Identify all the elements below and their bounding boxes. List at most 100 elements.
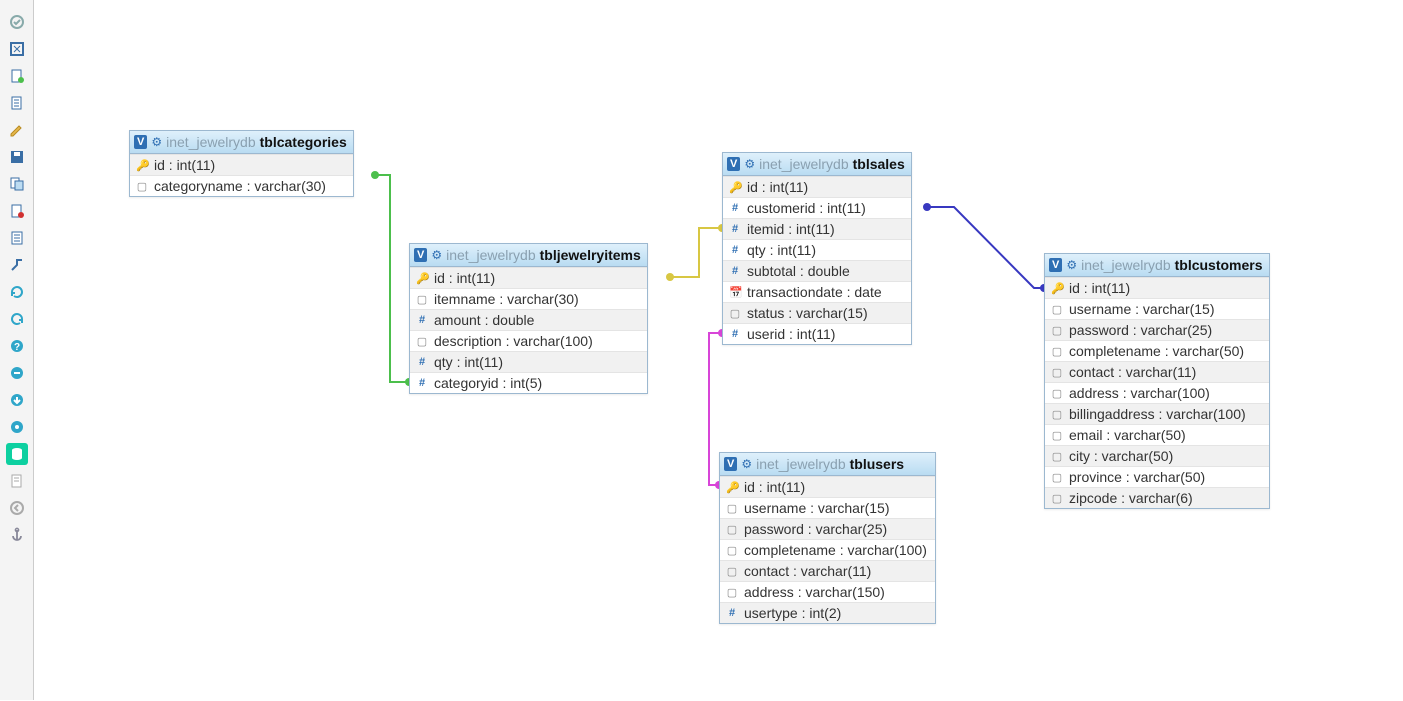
tool-export[interactable] bbox=[6, 470, 28, 492]
tool-fullscreen[interactable] bbox=[6, 38, 28, 60]
column-id[interactable]: 🔑id : int(11) bbox=[1045, 277, 1269, 298]
column-billingaddress[interactable]: ▢billingaddress : varchar(100) bbox=[1045, 403, 1269, 424]
column-qty[interactable]: #qty : int(11) bbox=[410, 351, 647, 372]
column-categoryid[interactable]: #categoryid : int(5) bbox=[410, 372, 647, 393]
table-name: tblsales bbox=[853, 156, 905, 172]
tool-new-page[interactable] bbox=[6, 65, 28, 87]
column-text: customerid : int(11) bbox=[747, 200, 866, 216]
txt-icon: ▢ bbox=[726, 544, 738, 557]
table-tblusers[interactable]: V⚙inet_jewelrydb tblusers🔑id : int(11)▢u… bbox=[719, 452, 936, 624]
column-customerid[interactable]: #customerid : int(11) bbox=[723, 197, 911, 218]
svg-text:?: ? bbox=[13, 342, 19, 353]
table-name: tblcategories bbox=[260, 134, 347, 150]
table-tbljewelryitems[interactable]: V⚙inet_jewelrydb tbljewelryitems🔑id : in… bbox=[409, 243, 648, 394]
tool-help[interactable]: ? bbox=[6, 335, 28, 357]
tool-minimize[interactable] bbox=[6, 362, 28, 384]
gear-icon[interactable]: ⚙ bbox=[431, 248, 442, 262]
column-city[interactable]: ▢city : varchar(50) bbox=[1045, 445, 1269, 466]
column-zipcode[interactable]: ▢zipcode : varchar(6) bbox=[1045, 487, 1269, 508]
key-icon: 🔑 bbox=[136, 159, 148, 172]
column-province[interactable]: ▢ province : varchar(50) bbox=[1045, 466, 1269, 487]
link-sales-to-customers bbox=[927, 207, 1044, 288]
column-text: status : varchar(15) bbox=[747, 305, 868, 321]
tool-database[interactable] bbox=[6, 443, 28, 465]
column-completename[interactable]: ▢ completename : varchar(50) bbox=[1045, 340, 1269, 361]
column-id[interactable]: 🔑id : int(11) bbox=[720, 476, 935, 497]
tool-save[interactable] bbox=[6, 146, 28, 168]
column-itemid[interactable]: #itemid : int(11) bbox=[723, 218, 911, 239]
schema-label: inet_jewelrydb bbox=[1081, 257, 1171, 273]
view-badge: V bbox=[414, 248, 427, 262]
column-contact[interactable]: ▢contact : varchar(11) bbox=[1045, 361, 1269, 382]
column-status[interactable]: ▢ status : varchar(15) bbox=[723, 302, 911, 323]
column-username[interactable]: ▢username : varchar(15) bbox=[1045, 298, 1269, 319]
tool-reverse[interactable] bbox=[6, 308, 28, 330]
gear-icon[interactable]: ⚙ bbox=[1066, 258, 1077, 272]
column-categoryname[interactable]: ▢categoryname : varchar(30) bbox=[130, 175, 353, 196]
column-description[interactable]: ▢description : varchar(100) bbox=[410, 330, 647, 351]
column-id[interactable]: 🔑id : int(11) bbox=[410, 267, 647, 288]
table-tblcategories[interactable]: V⚙inet_jewelrydb tblcategories🔑id : int(… bbox=[129, 130, 354, 197]
tool-delete-doc[interactable] bbox=[6, 200, 28, 222]
schema-label: inet_jewelrydb bbox=[446, 247, 536, 263]
column-id[interactable]: 🔑id : int(11) bbox=[130, 154, 353, 175]
column-text: province : varchar(50) bbox=[1069, 469, 1205, 485]
table-header-tblcustomers[interactable]: V⚙inet_jewelrydb tblcustomers bbox=[1045, 254, 1269, 277]
key-icon: 🔑 bbox=[726, 481, 738, 494]
column-password[interactable]: ▢password : varchar(25) bbox=[720, 518, 935, 539]
num-icon: # bbox=[416, 356, 428, 368]
tool-anchor[interactable] bbox=[6, 524, 28, 546]
column-address[interactable]: ▢address : varchar(150) bbox=[720, 581, 935, 602]
column-userid[interactable]: #userid : int(11) bbox=[723, 323, 911, 344]
column-transactiondate[interactable]: 📅transactiondate : date bbox=[723, 281, 911, 302]
num-icon: # bbox=[729, 328, 741, 340]
num-icon: # bbox=[729, 244, 741, 256]
column-text: id : int(11) bbox=[434, 270, 495, 286]
column-amount[interactable]: #amount : double bbox=[410, 309, 647, 330]
tool-doc-list[interactable] bbox=[6, 227, 28, 249]
table-header-tbljewelryitems[interactable]: V⚙inet_jewelrydb tbljewelryitems bbox=[410, 244, 647, 267]
column-text: city : varchar(50) bbox=[1069, 448, 1173, 464]
tool-edit[interactable] bbox=[6, 119, 28, 141]
column-address[interactable]: ▢address : varchar(100) bbox=[1045, 382, 1269, 403]
tool-arrow-down[interactable] bbox=[6, 389, 28, 411]
gear-icon[interactable]: ⚙ bbox=[744, 157, 755, 171]
column-username[interactable]: ▢username : varchar(15) bbox=[720, 497, 935, 518]
tool-settings[interactable] bbox=[6, 416, 28, 438]
link-cat-to-items bbox=[375, 175, 409, 382]
column-text: contact : varchar(11) bbox=[744, 563, 871, 579]
txt-icon: ▢ bbox=[729, 307, 741, 320]
column-text: contact : varchar(11) bbox=[1069, 364, 1196, 380]
tool-toggle[interactable] bbox=[6, 11, 28, 33]
table-tblcustomers[interactable]: V⚙inet_jewelrydb tblcustomers🔑id : int(1… bbox=[1044, 253, 1270, 509]
view-badge: V bbox=[727, 157, 740, 171]
txt-icon: ▢ bbox=[1051, 345, 1063, 358]
column-itemname[interactable]: ▢itemname : varchar(30) bbox=[410, 288, 647, 309]
column-text: id : int(11) bbox=[1069, 280, 1130, 296]
column-usertype[interactable]: #usertype : int(2) bbox=[720, 602, 935, 623]
table-header-tblcategories[interactable]: V⚙inet_jewelrydb tblcategories bbox=[130, 131, 353, 154]
column-password[interactable]: ▢password : varchar(25) bbox=[1045, 319, 1269, 340]
txt-icon: ▢ bbox=[1051, 471, 1063, 484]
column-email[interactable]: ▢email : varchar(50) bbox=[1045, 424, 1269, 445]
tool-previous[interactable] bbox=[6, 497, 28, 519]
column-completename[interactable]: ▢completename : varchar(100) bbox=[720, 539, 935, 560]
gear-icon[interactable]: ⚙ bbox=[151, 135, 162, 149]
column-text: id : int(11) bbox=[747, 179, 808, 195]
column-qty[interactable]: #qty : int(11) bbox=[723, 239, 911, 260]
column-contact[interactable]: ▢contact : varchar(11) bbox=[720, 560, 935, 581]
designer-toolbar: ? bbox=[0, 0, 34, 700]
table-header-tblusers[interactable]: V⚙inet_jewelrydb tblusers bbox=[720, 453, 935, 476]
tool-refresh[interactable] bbox=[6, 281, 28, 303]
tool-connector[interactable] bbox=[6, 254, 28, 276]
column-id[interactable]: 🔑id : int(11) bbox=[723, 176, 911, 197]
designer-canvas[interactable]: V⚙inet_jewelrydb tblcategories🔑id : int(… bbox=[34, 0, 1403, 701]
table-tblsales[interactable]: V⚙inet_jewelrydb tblsales🔑id : int(11)#c… bbox=[722, 152, 912, 345]
date-icon: 📅 bbox=[729, 286, 741, 299]
gear-icon[interactable]: ⚙ bbox=[741, 457, 752, 471]
tool-copy[interactable] bbox=[6, 173, 28, 195]
tool-new-doc[interactable] bbox=[6, 92, 28, 114]
column-text: completename : varchar(50) bbox=[1069, 343, 1244, 359]
table-header-tblsales[interactable]: V⚙inet_jewelrydb tblsales bbox=[723, 153, 911, 176]
column-subtotal[interactable]: #subtotal : double bbox=[723, 260, 911, 281]
